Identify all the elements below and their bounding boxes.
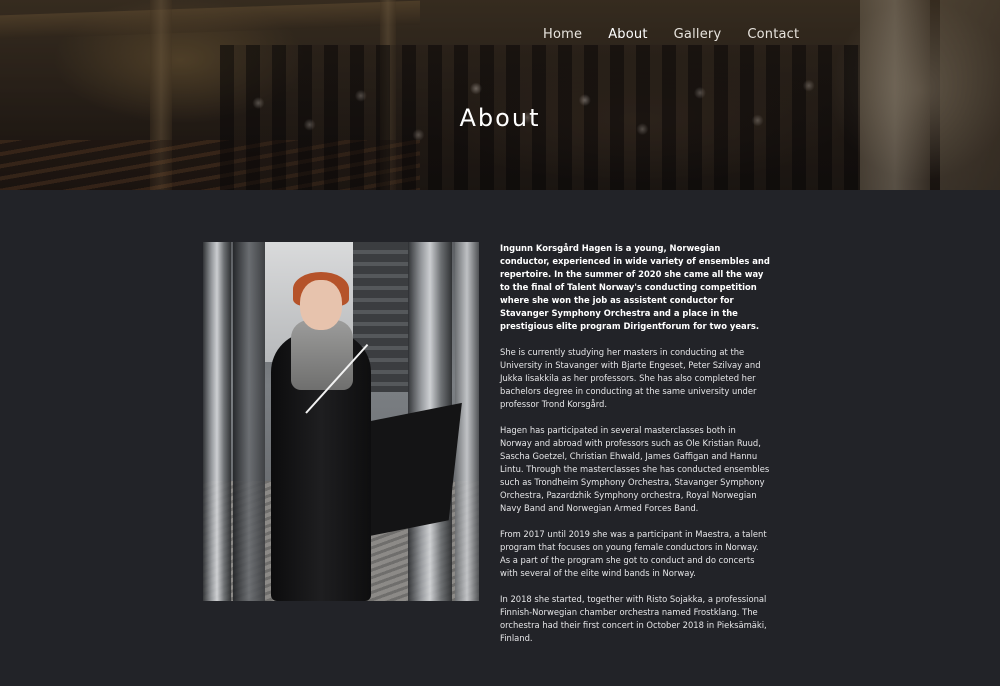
bio-text: Ingunn Korsgård Hagen is a young, Norweg… bbox=[500, 242, 770, 658]
hero-banner: Home About Gallery Contact About bbox=[0, 0, 1000, 190]
page-title: About bbox=[459, 104, 541, 132]
bio-paragraph-lead: Ingunn Korsgård Hagen is a young, Norweg… bbox=[500, 243, 770, 331]
portrait-mirror-panel bbox=[203, 242, 231, 601]
hero-overlay bbox=[0, 0, 1000, 190]
bio-paragraph-education: She is currently studying her masters in… bbox=[500, 347, 761, 409]
main-nav: Home About Gallery Contact bbox=[530, 25, 812, 44]
nav-home-link[interactable]: Home bbox=[530, 25, 595, 44]
portrait-face bbox=[300, 280, 342, 330]
bio-paragraph-masterclasses: Hagen has participated in several master… bbox=[500, 425, 770, 513]
nav-contact-link[interactable]: Contact bbox=[734, 25, 812, 44]
about-section: Ingunn Korsgård Hagen is a young, Norweg… bbox=[0, 190, 1000, 686]
bio-paragraph-maestra: From 2017 until 2019 she was a participa… bbox=[500, 529, 767, 578]
bio-paragraph-frostklang: In 2018 she started, together with Risto… bbox=[500, 594, 767, 643]
nav-about-link[interactable]: About bbox=[595, 25, 660, 44]
conductor-portrait bbox=[203, 242, 479, 601]
portrait-mirror-panel bbox=[233, 242, 265, 601]
portrait-scarf bbox=[291, 320, 353, 390]
nav-gallery-link[interactable]: Gallery bbox=[661, 25, 735, 44]
